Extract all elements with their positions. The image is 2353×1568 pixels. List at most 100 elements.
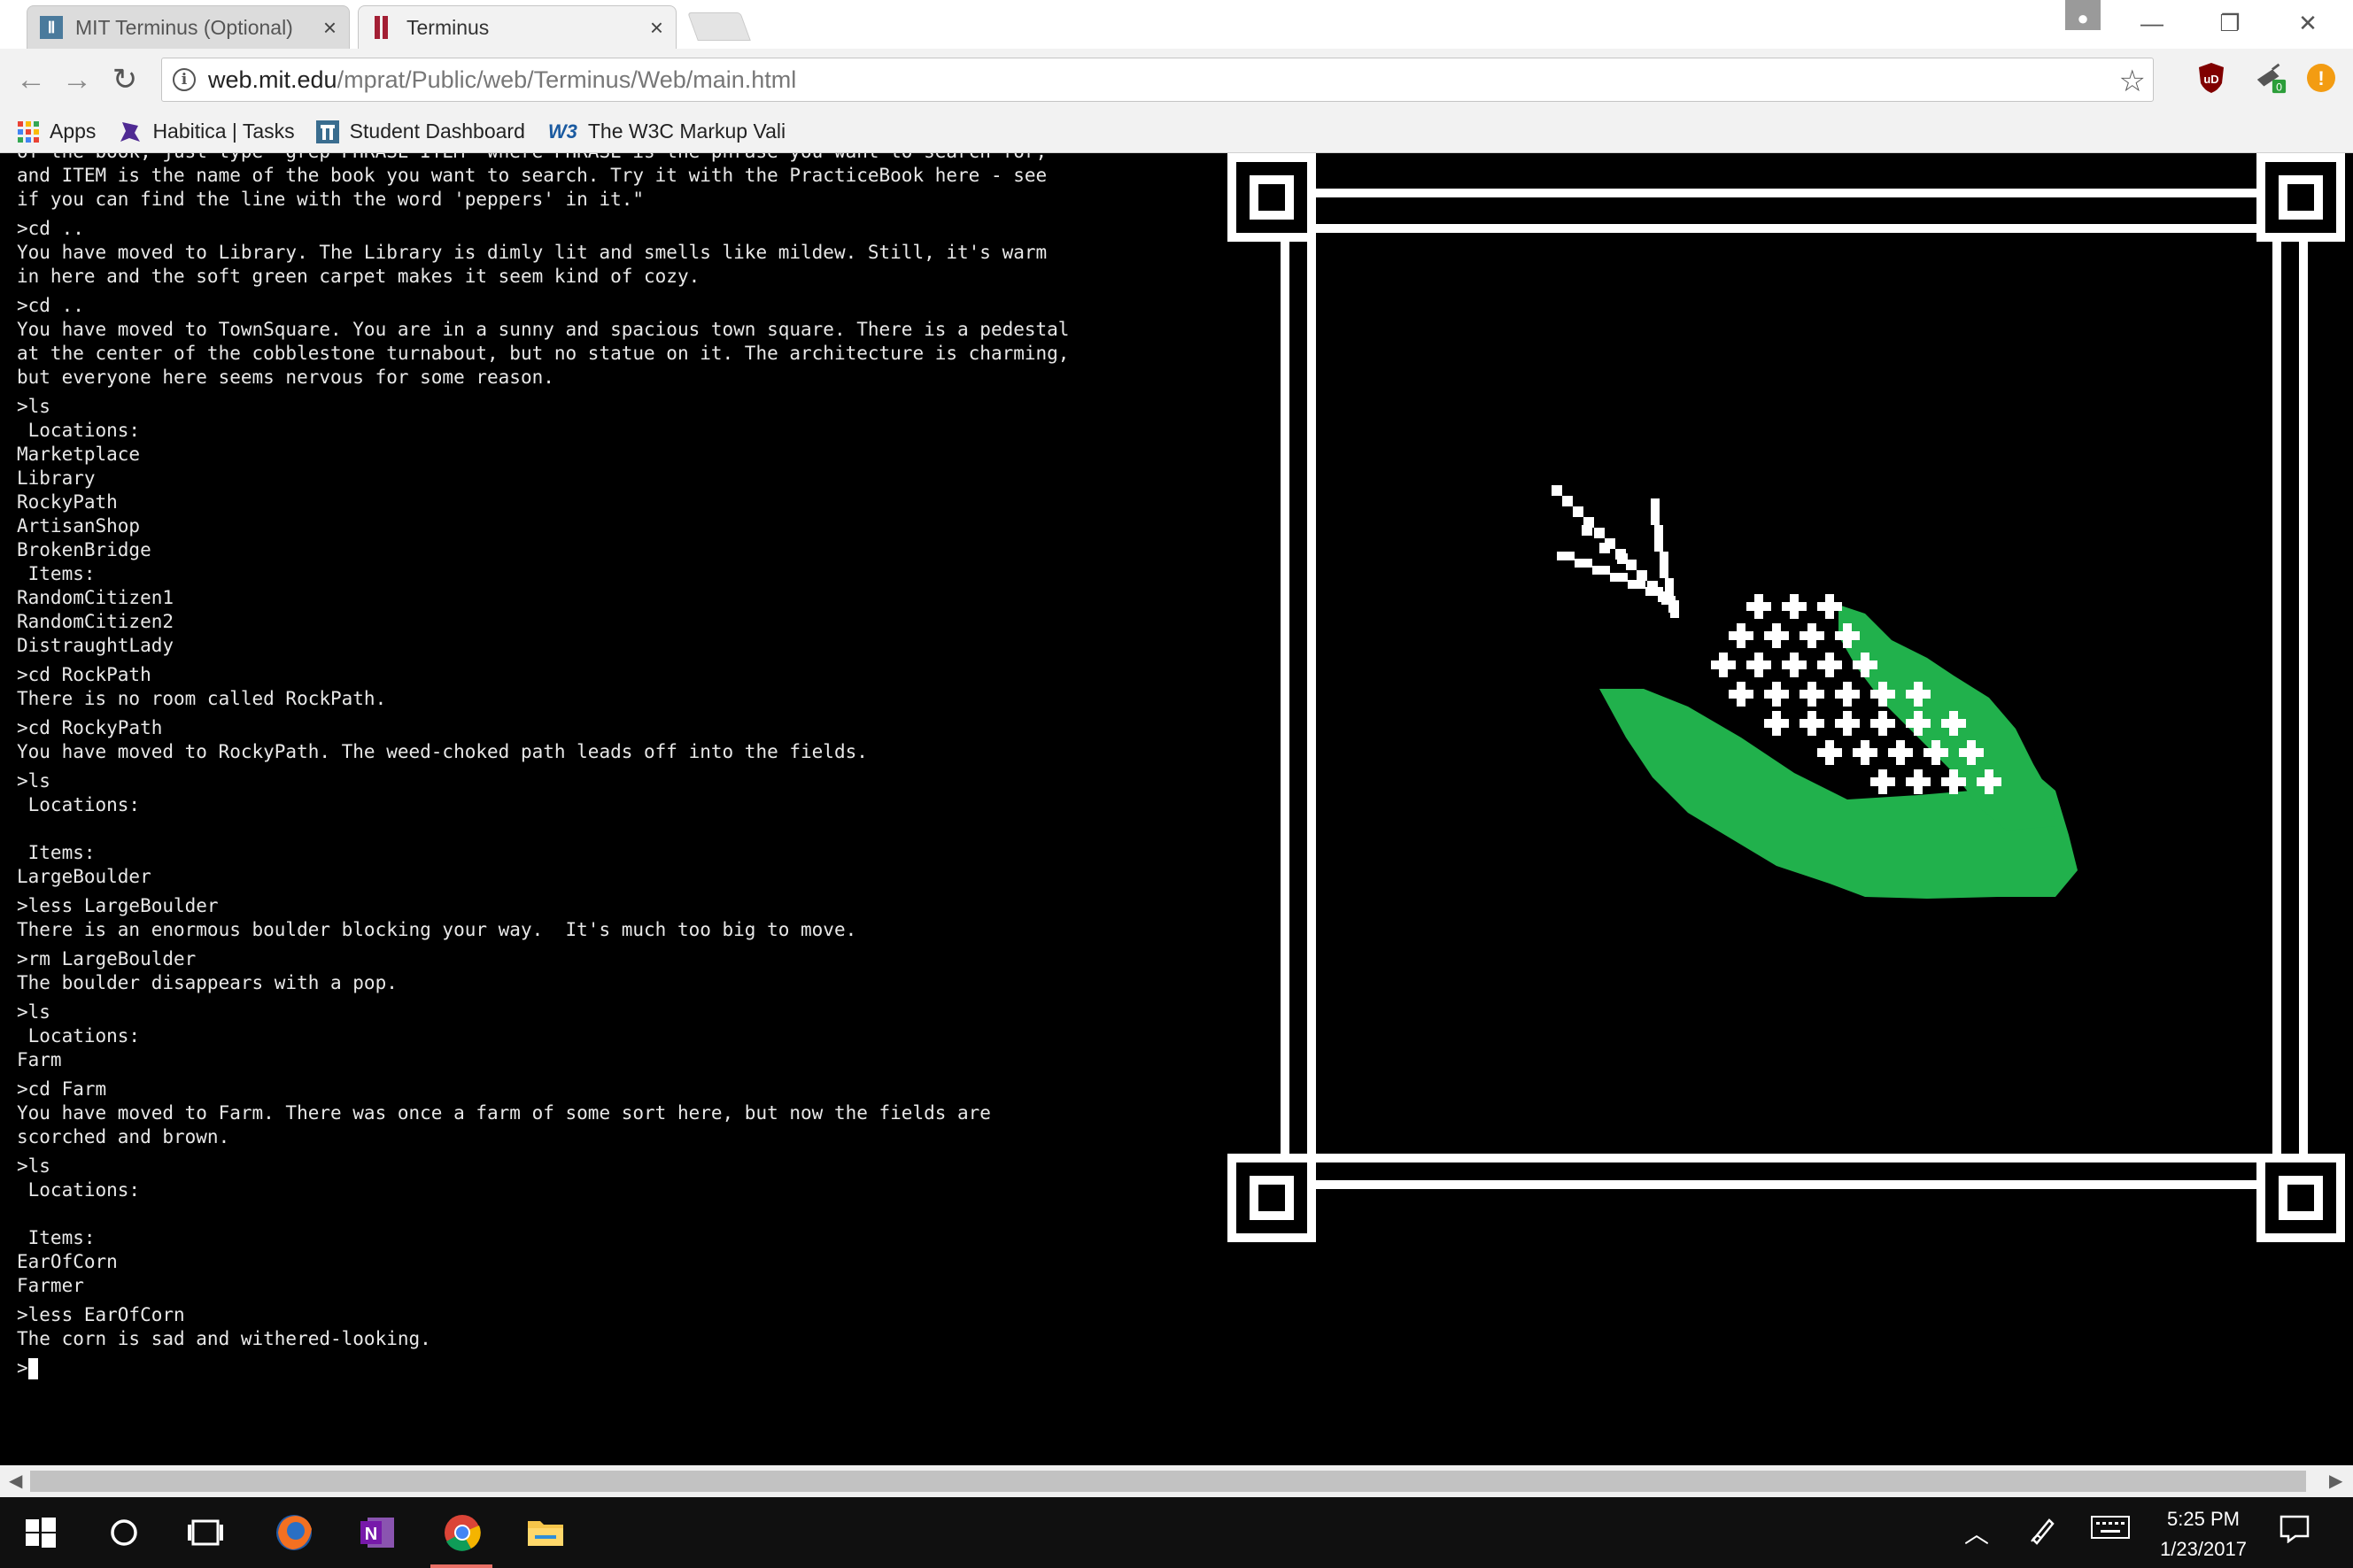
tab-title: MIT Terminus (Optional) <box>75 15 293 39</box>
terminal-output-line: of the book, just type 'grep PHRASE ITEM… <box>17 153 1196 164</box>
terminal-output-line: Library <box>17 467 96 489</box>
frame-corner-bottom-right <box>2256 1154 2345 1242</box>
pen-workspace-icon[interactable] <box>2028 1515 2058 1545</box>
terminal-command-line: >cd .. <box>17 218 84 239</box>
back-button[interactable]: ← <box>9 58 53 102</box>
show-hidden-icons-icon[interactable]: ︿ <box>1964 1515 1989 1550</box>
bookmark-label: Apps <box>50 120 97 143</box>
terminal-output-line: Items: <box>17 1227 96 1248</box>
terminal-command-line: >cd Farm <box>17 1078 107 1100</box>
terminal-output-line: You have moved to RockyPath. The weed-ch… <box>17 741 868 762</box>
terminal-output-line: and ITEM is the name of the book you wan… <box>17 165 1048 186</box>
bookmark-w3c-validator[interactable]: W3 The W3C Markup Vali <box>548 120 786 143</box>
bookmark-student-dashboard[interactable]: Student Dashboard <box>315 120 525 143</box>
scroll-left-arrow-icon[interactable]: ◀ <box>9 1470 22 1492</box>
close-window-button[interactable]: ✕ <box>2272 0 2343 46</box>
frame-line <box>1281 189 1289 1189</box>
terminal-output: of the book, just type 'grep PHRASE ITEM… <box>17 153 1196 1351</box>
address-bar[interactable]: i web.mit.edu/mprat/Public/web/Terminus/… <box>161 58 2154 102</box>
terminal-command-line: >less EarOfCorn <box>17 1304 185 1325</box>
terminal-output-line: RockyPath <box>17 491 118 513</box>
onenote-label: N <box>365 1525 377 1544</box>
terminal-output-line: scorched and brown. <box>17 1126 230 1147</box>
windows-taskbar: N ︿ 5:25 PM 1/23/2017 <box>0 1497 2353 1568</box>
terminal-command-line: >cd RockPath <box>17 664 151 685</box>
taskbar-clock[interactable]: 5:25 PM 1/23/2017 <box>2141 1504 2265 1564</box>
browser-toolbar: ← → ↻ i web.mit.edu/mprat/Public/web/Ter… <box>0 49 2353 111</box>
close-tab-icon[interactable]: × <box>650 14 663 42</box>
terminal[interactable]: of the book, just type 'grep PHRASE ITEM… <box>0 153 1196 1465</box>
info-icon[interactable]: i <box>173 68 196 91</box>
frame-corner-top-right <box>2256 153 2345 242</box>
bookmark-habitica[interactable]: Habitica | Tasks <box>119 120 295 143</box>
touch-keyboard-icon[interactable] <box>2090 1515 2131 1540</box>
url-host: web.mit.edu <box>208 66 337 93</box>
terminal-output-line: Locations: <box>17 420 141 441</box>
ublock-extension-icon[interactable]: uD <box>2194 61 2228 95</box>
tab-mit-terminus-optional[interactable]: Ⅱ MIT Terminus (Optional) × <box>27 5 350 49</box>
terminal-output-line: Items: <box>17 842 96 863</box>
minimize-button[interactable]: — <box>2117 0 2187 46</box>
bookmark-label: Student Dashboard <box>349 120 525 143</box>
firefox-icon[interactable] <box>271 1510 317 1556</box>
frame-line <box>2299 189 2308 1189</box>
alert-label: ! <box>2318 67 2324 89</box>
tab-strip: Ⅱ MIT Terminus (Optional) × Terminus × ●… <box>0 0 2353 49</box>
url-path: /mprat/Public/web/Terminus/Web/main.html <box>337 66 797 93</box>
onenote-icon[interactable]: N <box>354 1510 400 1556</box>
terminal-output-line: Locations: <box>17 794 141 815</box>
scroll-right-arrow-icon[interactable]: ▶ <box>2329 1470 2342 1492</box>
terminal-prompt[interactable]: > <box>17 1356 1196 1380</box>
frame-line <box>1227 1180 2345 1189</box>
reload-button[interactable]: ↻ <box>103 58 147 102</box>
restore-button[interactable]: ❐ <box>2194 0 2265 46</box>
bookmark-label: Habitica | Tasks <box>152 120 295 143</box>
cortana-search-icon[interactable] <box>101 1510 147 1556</box>
terminal-output-line: The corn is sad and withered-looking. <box>17 1328 431 1349</box>
mit-favicon-icon: Ⅱ <box>40 16 63 39</box>
frame-line <box>1227 1154 2345 1162</box>
tab-terminus[interactable]: Terminus × <box>358 5 677 49</box>
horizontal-scrollbar[interactable]: ◀ ▶ <box>0 1465 2353 1497</box>
frame-corner-bottom-left <box>1227 1154 1316 1242</box>
extension-icon[interactable]: 0 <box>2254 61 2287 95</box>
task-view-icon[interactable] <box>182 1510 228 1556</box>
terminal-command-line: >ls <box>17 396 50 417</box>
prompt-symbol: > <box>17 1357 28 1379</box>
terminal-output-line: RandomCitizen2 <box>17 611 174 632</box>
decorative-frame <box>1227 153 2345 1242</box>
profile-icon[interactable]: ● <box>2065 0 2101 30</box>
bookmark-star-icon[interactable]: ☆ <box>2119 64 2146 99</box>
windows-start-icon[interactable] <box>18 1510 64 1556</box>
apps-grid-icon <box>18 120 39 143</box>
terminal-output-line: Marketplace <box>17 444 141 465</box>
terminal-output-line: in here and the soft green carpet makes … <box>17 266 700 287</box>
scrollbar-thumb[interactable] <box>30 1471 2306 1492</box>
w3c-icon: W3 <box>547 120 577 143</box>
terminal-command-line: >ls <box>17 1155 50 1177</box>
terminal-output-line: DistraughtLady <box>17 635 174 656</box>
frame-line <box>1307 189 1316 1189</box>
frame-line <box>1227 189 2345 197</box>
terminal-output-line: Locations: <box>17 1025 141 1047</box>
terminal-output-line: Items: <box>17 563 96 584</box>
bookmark-apps[interactable]: Apps <box>18 120 96 143</box>
frame-line <box>1227 224 2345 233</box>
terminal-output-line: You have moved to TownSquare. You are in… <box>17 319 1070 340</box>
terminal-output-line: Locations: <box>17 1179 141 1201</box>
new-tab-button[interactable] <box>687 12 751 41</box>
bookmarks-bar: Apps Habitica | Tasks Student Dashboard … <box>0 111 2353 153</box>
alert-extension-icon[interactable]: ! <box>2304 61 2338 95</box>
terminal-output-line: LargeBoulder <box>17 866 151 887</box>
action-center-icon[interactable] <box>2279 1515 2310 1543</box>
forward-button[interactable]: → <box>55 58 99 102</box>
frame-corner-top-left <box>1227 153 1316 242</box>
mit-favicon-icon <box>371 16 394 39</box>
habitica-icon <box>119 120 142 143</box>
chrome-icon[interactable] <box>439 1510 485 1556</box>
file-explorer-icon[interactable] <box>522 1510 569 1556</box>
ublock-label: uD <box>2203 73 2218 86</box>
close-tab-icon[interactable]: × <box>323 14 337 42</box>
